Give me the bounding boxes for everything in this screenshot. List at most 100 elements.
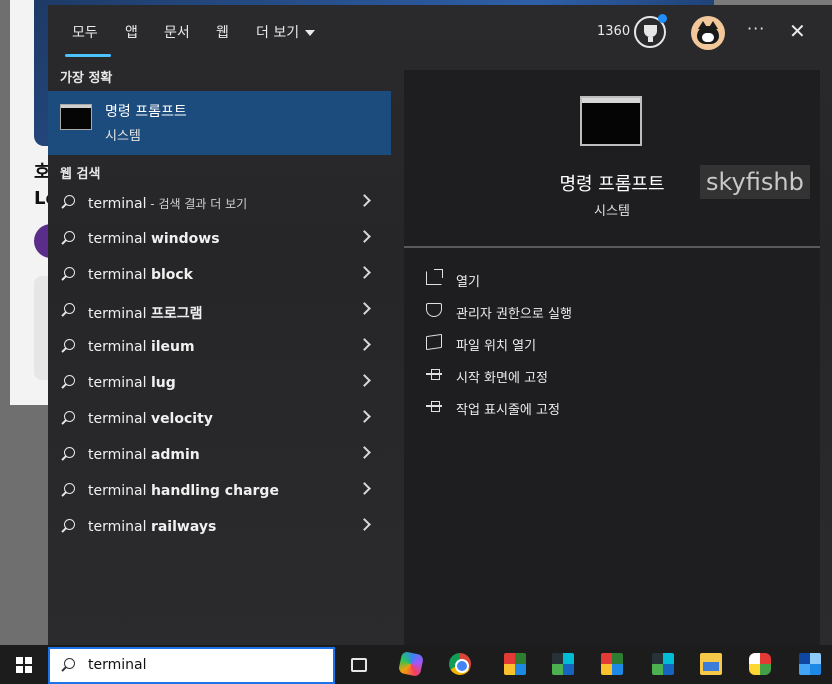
suggestion-completion: block xyxy=(150,267,193,283)
chevron-right-icon xyxy=(358,482,371,495)
suggestion-prefix: terminal xyxy=(88,231,151,247)
command-prompt-icon xyxy=(580,96,642,146)
chevron-right-icon xyxy=(358,446,371,459)
rewards-points: 1360 xyxy=(597,24,631,39)
tab-active-indicator xyxy=(65,54,111,57)
copilot-icon[interactable] xyxy=(397,650,425,678)
tab-more[interactable]: 더 보기 xyxy=(256,22,316,42)
more-options-button[interactable]: ··· xyxy=(747,19,765,38)
suggestion-prefix: terminal xyxy=(88,339,151,355)
action-label: 열기 xyxy=(456,275,480,290)
suggestion-completion: handling charge xyxy=(150,483,279,499)
chrome-icon[interactable] xyxy=(449,653,471,675)
action-label: 시작 화면에 고정 xyxy=(456,371,548,386)
app-icon[interactable] xyxy=(552,653,574,675)
suggestion-prefix: terminal xyxy=(88,267,151,283)
tab-documents[interactable]: 문서 xyxy=(164,22,190,42)
search-icon xyxy=(60,519,76,535)
web-suggestion[interactable]: terminal railways xyxy=(48,510,391,546)
task-view-icon[interactable] xyxy=(351,658,367,672)
tab-web[interactable]: 웹 xyxy=(216,22,229,42)
command-prompt-icon xyxy=(60,104,92,130)
suggestion-prefix: terminal xyxy=(88,411,151,427)
chevron-right-icon xyxy=(358,374,371,387)
tab-all[interactable]: 모두 xyxy=(72,22,98,42)
taskbar-search-box[interactable] xyxy=(48,647,335,684)
app-icon[interactable] xyxy=(749,653,771,675)
suggestion-hint: - 검색 결과 더 보기 xyxy=(146,197,248,211)
web-suggestion[interactable]: terminal windows xyxy=(48,222,391,258)
windows-start-icon[interactable] xyxy=(16,657,32,673)
web-suggestion[interactable]: terminal - 검색 결과 더 보기 xyxy=(48,186,391,222)
search-icon xyxy=(60,658,76,674)
web-suggestion[interactable]: terminal handling charge xyxy=(48,474,391,510)
web-suggestion[interactable]: terminal velocity xyxy=(48,402,391,438)
app-icon[interactable] xyxy=(504,653,526,675)
preview-divider xyxy=(404,246,820,248)
suggestion-completion: admin xyxy=(150,447,200,463)
suggestion-prefix: terminal xyxy=(88,447,151,463)
suggestion-completion: lug xyxy=(150,375,176,391)
action-label: 작업 표시줄에 고정 xyxy=(456,403,560,418)
web-suggestion[interactable]: terminal lug xyxy=(48,366,391,402)
suggestion-prefix: terminal xyxy=(88,196,147,212)
tab-apps[interactable]: 앱 xyxy=(125,22,138,42)
chevron-right-icon xyxy=(358,302,371,315)
chevron-down-icon xyxy=(305,30,316,36)
search-icon xyxy=(60,303,76,319)
suggestion-prefix: terminal xyxy=(88,375,151,391)
best-match-heading: 가장 정확 xyxy=(60,71,113,86)
search-panel: 모두 앱 문서 웹 더 보기 1360 ··· ✕ 가장 정확 명령 프롬프트 … xyxy=(48,5,832,645)
suggestion-completion: 프로그램 xyxy=(150,306,203,322)
watermark: skyfishb xyxy=(700,165,810,199)
search-icon xyxy=(60,195,76,211)
suggestion-completion: ileum xyxy=(150,339,195,355)
app-icon[interactable] xyxy=(799,653,821,675)
search-input[interactable] xyxy=(88,657,318,673)
suggestion-completion: railways xyxy=(150,519,217,535)
search-icon xyxy=(60,267,76,283)
notification-dot xyxy=(658,14,667,23)
search-icon xyxy=(60,483,76,499)
search-icon xyxy=(60,231,76,247)
suggestion-completion: velocity xyxy=(150,411,213,427)
search-icon xyxy=(60,447,76,463)
pin-icon xyxy=(426,367,442,381)
best-match-name: 명령 프롬프트 xyxy=(105,104,187,120)
file-explorer-icon[interactable] xyxy=(700,653,722,675)
action-label: 파일 위치 열기 xyxy=(456,339,537,354)
chevron-right-icon xyxy=(358,230,371,243)
close-button[interactable]: ✕ xyxy=(789,19,806,43)
open-icon xyxy=(426,269,443,285)
preview-pane: 명령 프롬프트 시스템 skyfishb 열기 관리자 권한으로 실행 파일 위… xyxy=(404,70,820,645)
shield-icon xyxy=(426,303,442,317)
chevron-right-icon xyxy=(358,410,371,423)
search-icon xyxy=(60,375,76,391)
taskbar xyxy=(0,645,832,684)
search-icon xyxy=(60,339,76,355)
web-search-heading: 웹 검색 xyxy=(60,167,101,182)
tab-more-label: 더 보기 xyxy=(256,25,300,41)
web-suggestion[interactable]: terminal 프로그램 xyxy=(48,294,391,330)
chevron-right-icon xyxy=(358,518,371,531)
pin-icon xyxy=(426,399,442,413)
web-suggestion[interactable]: terminal block xyxy=(48,258,391,294)
app-icon[interactable] xyxy=(601,653,623,675)
web-search-list: terminal - 검색 결과 더 보기 terminal windows t… xyxy=(48,186,391,546)
preview-app-type: 시스템 xyxy=(594,204,630,219)
web-suggestion[interactable]: terminal admin xyxy=(48,438,391,474)
chevron-right-icon xyxy=(358,266,371,279)
suggestion-prefix: terminal xyxy=(88,306,151,322)
folder-icon xyxy=(426,333,442,351)
action-label: 관리자 권한으로 실행 xyxy=(456,307,572,322)
best-match-type: 시스템 xyxy=(105,129,141,144)
app-icon[interactable] xyxy=(652,653,674,675)
chevron-right-icon xyxy=(358,194,371,207)
search-icon xyxy=(60,411,76,427)
profile-avatar[interactable] xyxy=(691,16,725,50)
best-match-item[interactable]: 명령 프롬프트 시스템 xyxy=(48,91,391,155)
suggestion-prefix: terminal xyxy=(88,483,151,499)
suggestion-completion: windows xyxy=(150,231,220,247)
web-suggestion[interactable]: terminal ileum xyxy=(48,330,391,366)
chevron-right-icon xyxy=(358,338,371,351)
